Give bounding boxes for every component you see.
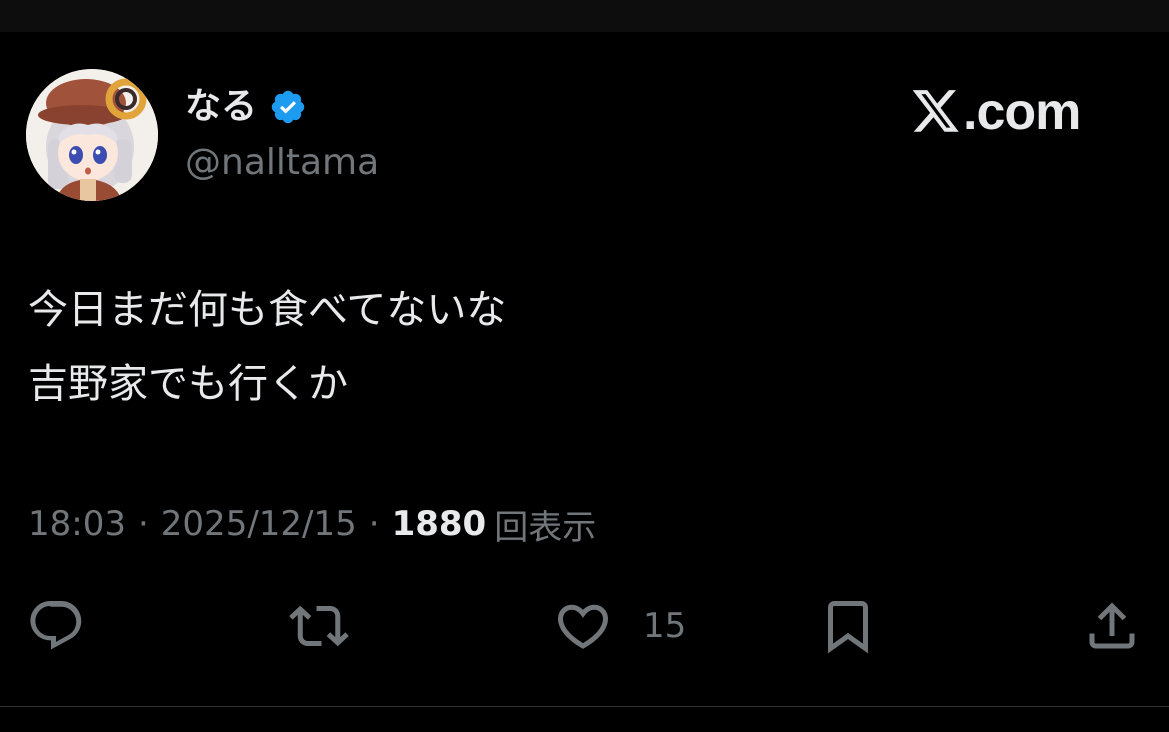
divider — [0, 706, 1169, 707]
bookmark-button[interactable] — [818, 596, 878, 656]
tweet-date[interactable]: 2025/12/15 — [161, 504, 357, 544]
tweet-line: 吉野家でも行くか — [28, 361, 348, 407]
site-label: .com — [963, 83, 1081, 141]
tweet-text: 今日まだ何も食べてないな 吉野家でも行くか — [28, 284, 1128, 432]
share-icon — [1089, 602, 1135, 649]
tweet-line: 今日まだ何も食べてないな — [28, 287, 507, 333]
reply-icon — [30, 601, 82, 650]
bookmark-icon — [828, 601, 868, 654]
reply-button[interactable] — [26, 596, 86, 656]
views-count: 1880 — [391, 504, 487, 544]
avatar-illustration — [26, 69, 158, 201]
x-logo-icon — [912, 90, 959, 132]
display-name[interactable]: なる — [185, 84, 257, 130]
tweet-meta: 18:03 · 2025/12/15 · 1880 回表示 — [28, 500, 596, 548]
views-label: 回表示 — [494, 507, 597, 548]
avatar[interactable] — [26, 69, 158, 201]
heart-icon — [557, 604, 609, 649]
tweet-time[interactable]: 18:03 — [28, 504, 126, 544]
repost-icon — [289, 605, 349, 647]
share-button[interactable] — [1082, 596, 1142, 656]
top-bar — [0, 0, 1169, 32]
like-button[interactable]: 15 — [553, 596, 686, 656]
author-handle[interactable]: @nalltama — [185, 140, 379, 186]
repost-button[interactable] — [286, 596, 352, 656]
verified-badge-icon — [269, 88, 307, 126]
like-count: 15 — [643, 606, 687, 646]
author-name-row: なる — [185, 84, 307, 130]
x-com-watermark: .com — [911, 82, 1107, 142]
separator: · — [137, 504, 149, 544]
separator: · — [368, 504, 380, 544]
